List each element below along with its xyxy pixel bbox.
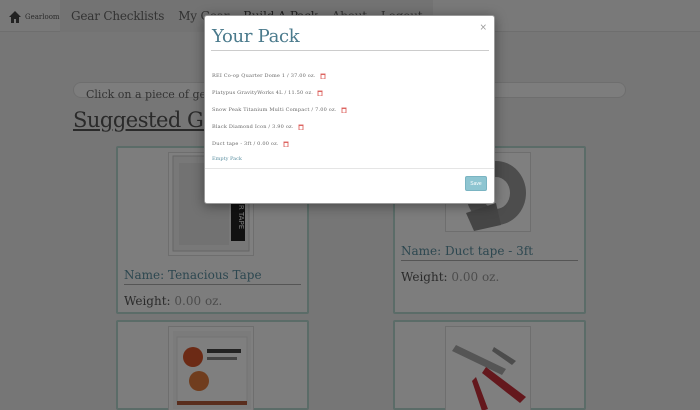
modal-divider <box>211 50 489 51</box>
modal-title: Your Pack <box>212 26 300 47</box>
trash-icon[interactable] <box>341 107 347 113</box>
trash-icon[interactable] <box>320 73 326 79</box>
modal-footer-divider <box>205 168 494 169</box>
trash-icon[interactable] <box>317 90 323 96</box>
pack-item: Platypus GravityWorks 4L / 11.50 oz. <box>212 84 482 101</box>
trash-icon[interactable] <box>283 141 289 147</box>
pack-item: REI Co-op Quarter Dome 1 / 37.00 oz. <box>212 67 482 84</box>
empty-pack-link[interactable]: Empty Pack <box>212 156 482 162</box>
trash-icon[interactable] <box>298 124 304 130</box>
pack-item-label: REI Co-op Quarter Dome 1 / 37.00 oz. <box>212 72 316 79</box>
pack-item: Duct tape - 3ft / 0.00 oz. <box>212 135 482 152</box>
pack-item-label: Duct tape - 3ft / 0.00 oz. <box>212 140 279 147</box>
pack-item: Snow Peak Titanium Multi Compact / 7.00 … <box>212 101 482 118</box>
pack-item-label: Platypus GravityWorks 4L / 11.50 oz. <box>212 89 314 96</box>
pack-item-label: Snow Peak Titanium Multi Compact / 7.00 … <box>212 106 337 113</box>
your-pack-modal: Your Pack × REI Co-op Quarter Dome 1 / 3… <box>204 15 495 204</box>
pack-item-list: REI Co-op Quarter Dome 1 / 37.00 oz. Pla… <box>212 67 482 162</box>
save-button[interactable]: Save <box>465 176 487 191</box>
pack-item: Black Diamond Icon / 3.90 oz. <box>212 118 482 135</box>
close-icon[interactable]: × <box>479 23 487 33</box>
pack-item-label: Black Diamond Icon / 3.90 oz. <box>212 123 294 130</box>
